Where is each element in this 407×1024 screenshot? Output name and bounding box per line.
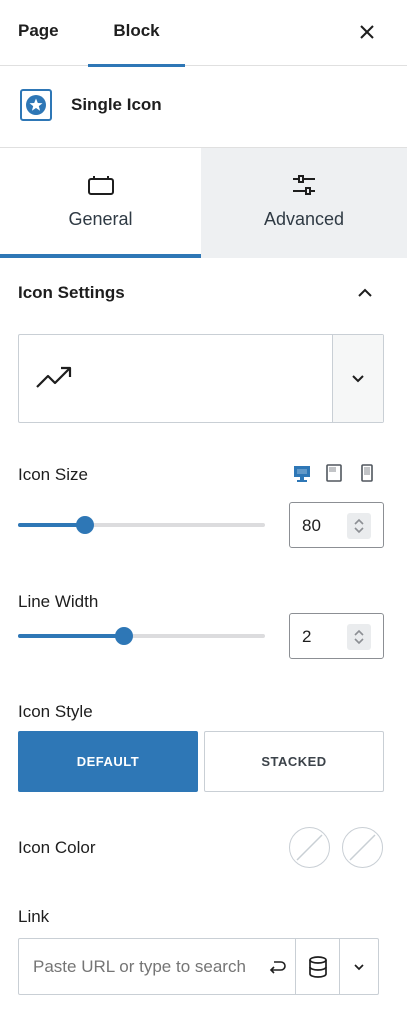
single-icon-block-icon [20, 89, 52, 121]
style-stacked-button[interactable]: STACKED [204, 731, 384, 792]
link-label: Link [18, 907, 50, 926]
link-submit-button[interactable] [265, 955, 289, 979]
trending-up-icon [36, 366, 72, 388]
mobile-device-button[interactable] [357, 463, 377, 483]
block-card: Single Icon [0, 66, 407, 148]
icon-size-stepper[interactable] [347, 513, 371, 539]
icon-size-value: 80 [302, 516, 321, 535]
tab-general[interactable]: General [0, 148, 201, 258]
close-icon [360, 25, 374, 39]
database-icon [309, 956, 327, 978]
panel-tabs: General Advanced [0, 148, 407, 258]
icon-color-swatch[interactable] [289, 827, 330, 868]
tablet-icon [326, 464, 342, 482]
enter-return-icon [269, 961, 286, 974]
slider-fill [18, 523, 85, 527]
dynamic-content-button[interactable] [295, 939, 339, 994]
close-button[interactable] [353, 18, 381, 46]
icon-style-label: Icon Style [18, 702, 93, 721]
line-width-label: Line Width [18, 592, 99, 611]
general-tab-icon [87, 176, 114, 195]
chevron-down-icon [354, 964, 364, 971]
line-width-stepper[interactable] [347, 624, 371, 650]
slider-fill [18, 634, 125, 638]
icon-picker[interactable] [18, 334, 384, 423]
slider-thumb[interactable] [75, 516, 94, 534]
no-color-icon [296, 834, 323, 861]
tab-advanced[interactable]: Advanced [201, 148, 407, 258]
desktop-device-button[interactable] [292, 463, 312, 483]
line-width-input[interactable]: 2 [289, 613, 384, 659]
link-control [18, 938, 379, 995]
icon-picker-dropdown[interactable] [332, 335, 383, 422]
section-toggle-button[interactable] [352, 280, 378, 306]
icon-size-slider[interactable] [18, 515, 265, 535]
style-default-button[interactable]: DEFAULT [18, 731, 198, 792]
slider-thumb[interactable] [115, 627, 134, 645]
sliders-icon [293, 175, 315, 195]
top-tabs: Page Block [0, 0, 407, 67]
link-options-button[interactable] [339, 939, 378, 994]
stepper-icon [354, 518, 364, 534]
icon-hover-color-swatch[interactable] [342, 827, 383, 868]
tab-block[interactable]: Block [88, 0, 185, 67]
no-color-icon [349, 834, 376, 861]
line-width-value: 2 [302, 627, 312, 646]
tablet-device-button[interactable] [324, 463, 344, 483]
tab-page[interactable]: Page [18, 0, 59, 66]
tab-advanced-label: Advanced [263, 209, 345, 229]
chevron-down-icon [352, 375, 364, 383]
link-url-input[interactable] [19, 939, 264, 994]
chevron-up-icon [358, 288, 372, 297]
block-title: Single Icon [71, 95, 162, 114]
stepper-icon [354, 629, 364, 645]
section-title: Icon Settings [18, 283, 125, 302]
icon-size-label: Icon Size [18, 465, 88, 484]
mobile-icon [361, 464, 373, 482]
desktop-icon [294, 466, 310, 482]
tab-general-label: General [68, 209, 133, 229]
icon-color-label: Icon Color [18, 838, 96, 857]
line-width-slider[interactable] [18, 626, 265, 646]
icon-size-input[interactable]: 80 [289, 502, 384, 548]
